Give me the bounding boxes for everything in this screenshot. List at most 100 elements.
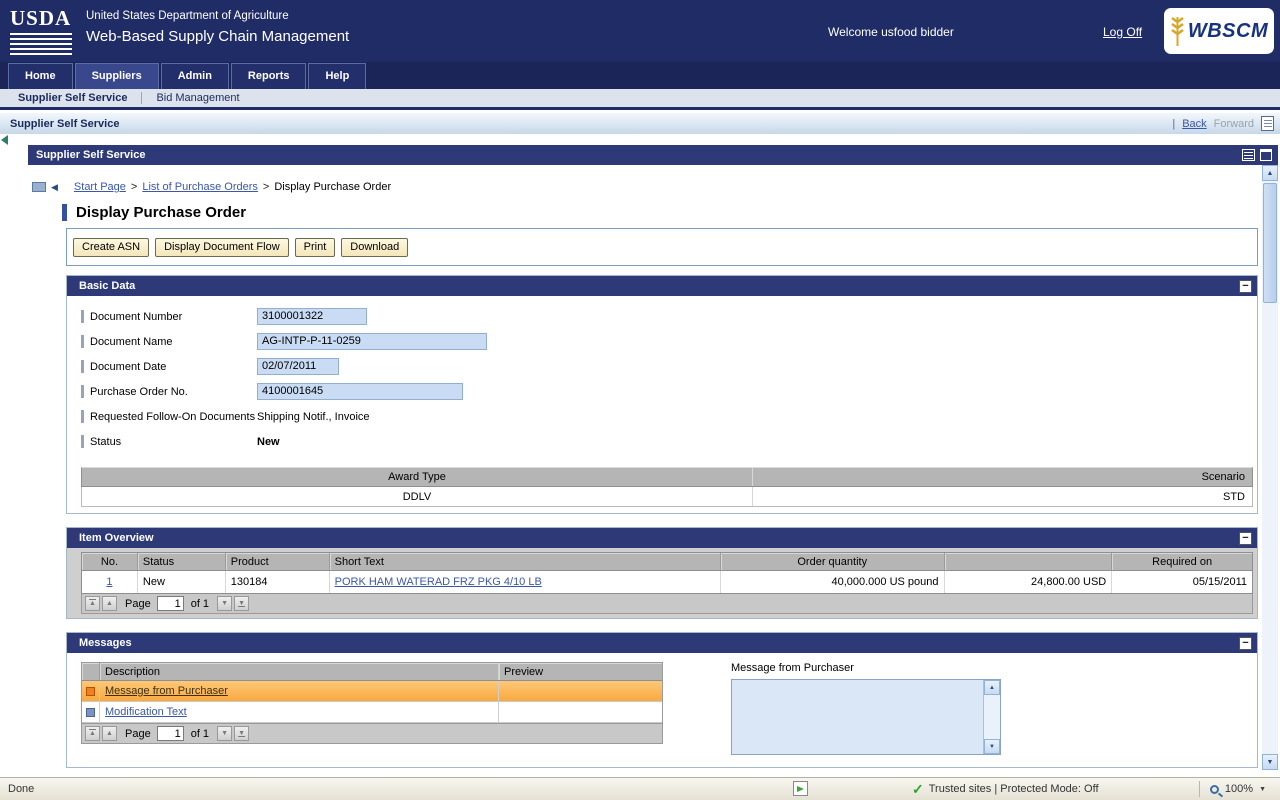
item-overview-header: Item Overview − xyxy=(67,528,1257,548)
col-header-order-quantity[interactable]: Order quantity xyxy=(721,553,945,570)
messages-title: Messages xyxy=(79,637,132,649)
last-page-button[interactable]: ▼ xyxy=(234,596,249,611)
download-button[interactable]: Download xyxy=(341,238,408,257)
sub-nav: Supplier Self Service Bid Management xyxy=(0,89,1280,110)
tab-home[interactable]: Home xyxy=(8,63,73,89)
award-table-row: DDLV STD xyxy=(81,487,1253,507)
document-name-value: AG-INTP-P-11-0259 xyxy=(257,333,487,350)
app-header: USDA United States Department of Agricul… xyxy=(0,0,1280,62)
subnav-bid-management[interactable]: Bid Management xyxy=(152,92,243,104)
item-row[interactable]: 1 New 130184 PORK HAM WATERAD FRZ PKG 4/… xyxy=(82,571,1252,593)
col-header-no[interactable]: No. xyxy=(82,553,138,570)
usda-logo-text: USDA xyxy=(10,6,74,31)
message-from-purchaser-link[interactable]: Message from Purchaser xyxy=(105,685,228,697)
browser-status-bar: Done ✓ Trusted sites | Protected Mode: O… xyxy=(0,777,1280,800)
panel-header-icons xyxy=(1242,149,1272,161)
scroll-up-icon[interactable]: ▲ xyxy=(1262,165,1278,181)
breadcrumb-back-icon[interactable]: ◀ xyxy=(51,182,58,193)
first-page-button[interactable]: ▲ xyxy=(85,726,100,741)
item-value: 24,800.00 USD xyxy=(945,571,1113,593)
preview-scrollbar[interactable]: ▲ ▼ xyxy=(983,680,1000,754)
scroll-down-icon[interactable]: ▼ xyxy=(1262,754,1278,770)
award-table-header: Award Type Scenario xyxy=(81,467,1253,487)
next-page-button[interactable]: ▼ xyxy=(217,726,232,741)
print-button[interactable]: Print xyxy=(295,238,336,257)
breadcrumb-start-page[interactable]: Start Page xyxy=(74,181,126,193)
item-short-text-link[interactable]: PORK HAM WATERAD FRZ PKG 4/10 LB xyxy=(335,576,542,588)
last-page-button[interactable]: ▼ xyxy=(234,726,249,741)
item-table: No. Status Product Short Text Order quan… xyxy=(81,552,1253,594)
back-link[interactable]: Back xyxy=(1182,118,1206,130)
modification-text-link[interactable]: Modification Text xyxy=(105,706,187,718)
message-preview-textarea[interactable]: ▲ ▼ xyxy=(731,679,1001,755)
award-table: Award Type Scenario DDLV STD xyxy=(81,467,1253,507)
app-title: Web-Based Supply Chain Management xyxy=(86,28,349,45)
field-label: Document Date xyxy=(81,360,257,373)
collapse-icon[interactable]: − xyxy=(1239,280,1252,293)
item-no-link[interactable]: 1 xyxy=(106,576,112,588)
logoff-link[interactable]: Log Off xyxy=(1103,25,1142,39)
tab-help[interactable]: Help xyxy=(308,63,366,89)
collapse-sidebar-arrow[interactable] xyxy=(1,135,8,145)
col-header-preview[interactable]: Preview xyxy=(499,663,662,680)
field-row: Purchase Order No. 4100001645 xyxy=(81,379,1257,404)
previous-page-button[interactable]: ▲ xyxy=(102,596,117,611)
follow-on-documents-value: Shipping Notif., Invoice xyxy=(257,411,370,423)
scroll-up-icon[interactable]: ▲ xyxy=(984,680,1000,695)
messages-body: Description Preview Message from Purchas… xyxy=(67,653,1257,767)
breadcrumb-list-of-purchase-orders[interactable]: List of Purchase Orders xyxy=(142,181,258,193)
welcome-text: Welcome usfood bidder xyxy=(828,25,954,39)
collapse-icon[interactable]: − xyxy=(1239,532,1252,545)
award-type-header: Award Type xyxy=(82,468,753,486)
message-preview-label: Message from Purchaser xyxy=(731,662,1001,674)
field-label: Purchase Order No. xyxy=(81,385,257,398)
scenario-header: Scenario xyxy=(753,468,1252,486)
security-zone[interactable]: ✓ Trusted sites | Protected Mode: Off xyxy=(912,781,1099,798)
scrollbar-thumb[interactable] xyxy=(1263,183,1277,303)
field-marker xyxy=(81,385,84,398)
header-titles: United States Department of Agriculture … xyxy=(86,10,349,45)
statusbar-divider xyxy=(1199,781,1200,797)
zoom-control[interactable]: 100% ▼ xyxy=(1199,781,1266,797)
create-asn-button[interactable]: Create ASN xyxy=(73,238,149,257)
next-page-button[interactable]: ▼ xyxy=(217,596,232,611)
col-header-product[interactable]: Product xyxy=(226,553,330,570)
col-header-description[interactable]: Description xyxy=(100,663,499,680)
collapse-icon[interactable]: − xyxy=(1239,637,1252,650)
page-options-icon[interactable] xyxy=(1261,116,1274,131)
first-page-button[interactable]: ▲ xyxy=(85,596,100,611)
supplier-self-service-panel: Supplier Self Service ◀ Start Page > Lis… xyxy=(28,145,1278,770)
wbscm-logo: WBSCM xyxy=(1164,8,1274,54)
tab-suppliers[interactable]: Suppliers xyxy=(75,63,159,89)
subnav-supplier-self-service[interactable]: Supplier Self Service xyxy=(14,92,131,104)
item-overview-section: Item Overview − No. Status Product Short… xyxy=(66,527,1258,619)
tab-admin[interactable]: Admin xyxy=(161,63,229,89)
security-zone-text: Trusted sites | Protected Mode: Off xyxy=(929,783,1099,795)
previous-page-button[interactable]: ▲ xyxy=(102,726,117,741)
vertical-scrollbar[interactable]: ▲ ▼ xyxy=(1262,165,1278,770)
zone-icon[interactable] xyxy=(793,781,808,796)
history-menu-icon[interactable] xyxy=(32,182,46,192)
message-row-modification[interactable]: Modification Text xyxy=(82,702,662,723)
message-row-purchaser[interactable]: Message from Purchaser xyxy=(82,681,662,702)
basic-data-section: Basic Data − Document Number 3100001322 … xyxy=(66,275,1258,514)
col-header-required-on[interactable]: Required on xyxy=(1112,553,1252,570)
document-name-label: Document Name xyxy=(90,336,173,348)
history-separator: | xyxy=(1172,118,1175,130)
scenario-value: STD xyxy=(753,487,1252,506)
wheat-icon xyxy=(1170,14,1185,48)
tab-reports[interactable]: Reports xyxy=(231,63,307,89)
col-header-value[interactable] xyxy=(945,553,1113,570)
panel-options-icon[interactable] xyxy=(1242,149,1255,161)
item-overview-title: Item Overview xyxy=(79,532,154,544)
maximize-icon[interactable] xyxy=(1260,149,1272,161)
zoom-dropdown-icon[interactable]: ▼ xyxy=(1259,786,1266,793)
page-number-input[interactable] xyxy=(157,596,184,611)
col-header-short-text[interactable]: Short Text xyxy=(330,553,721,570)
page-number-input[interactable] xyxy=(157,726,184,741)
status-label: Status xyxy=(90,436,121,448)
display-document-flow-button[interactable]: Display Document Flow xyxy=(155,238,289,257)
purchase-order-no-label: Purchase Order No. xyxy=(90,386,188,398)
col-header-status[interactable]: Status xyxy=(138,553,226,570)
scroll-down-icon[interactable]: ▼ xyxy=(984,739,1000,754)
